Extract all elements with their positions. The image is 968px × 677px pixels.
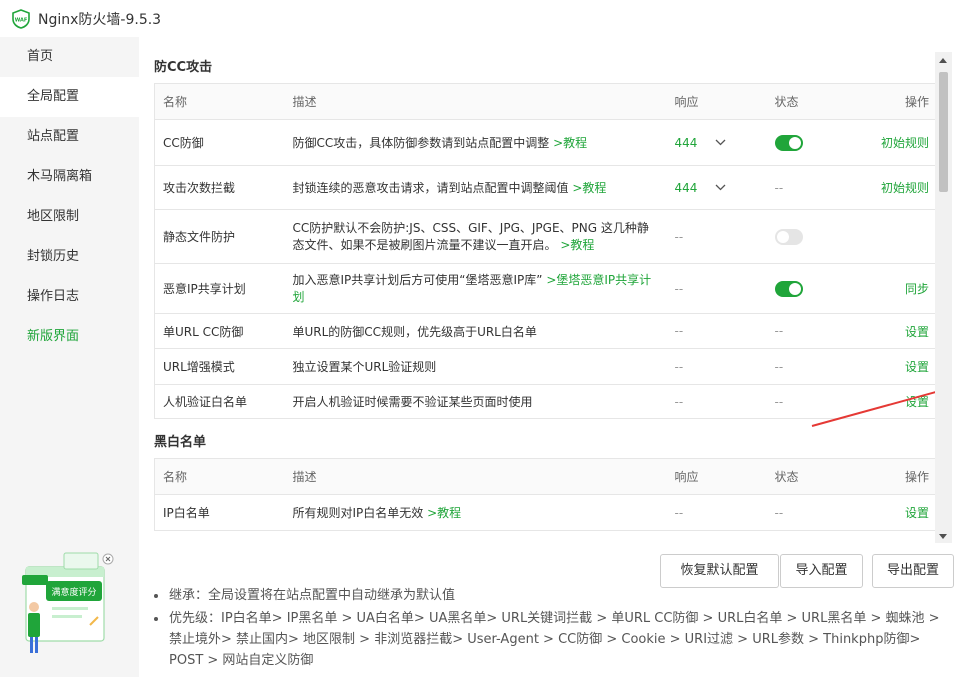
note-priority: 优先级：IP白名单> IP黑名单 > UA白名单> UA黑名单> URL关键词拦… <box>152 608 952 671</box>
import-config-button[interactable]: 导入配置 <box>780 554 863 588</box>
export-config-button[interactable]: 导出配置 <box>872 554 954 588</box>
state-cell: -- <box>766 313 867 349</box>
response-cell: -- <box>666 494 767 531</box>
col-state: 状态 <box>766 83 867 120</box>
table-row: 恶意IP共享计划 加入恶意IP共享计划后方可使用“堡塔恶意IP库” >堡塔恶意I… <box>154 263 938 314</box>
table-row: 人机验证白名单 开启人机验证时候需要不验证某些页面时使用 -- -- 设置 <box>154 384 938 419</box>
state-cell <box>766 119 867 166</box>
restore-default-config-button[interactable]: 恢复默认配置 <box>660 554 779 588</box>
sidebar-item-region-limit[interactable]: 地区限制 <box>0 197 139 237</box>
sidebar-item-operation-log[interactable]: 操作日志 <box>0 277 139 317</box>
col-name: 名称 <box>154 83 285 120</box>
title-bar: WAF Nginx防火墙-9.5.3 <box>0 0 968 37</box>
row-name: 恶意IP共享计划 <box>154 263 285 314</box>
row-name: IP白名单 <box>154 494 285 531</box>
response-cell: -- <box>666 263 767 314</box>
row-name: 静态文件防护 <box>154 209 285 264</box>
table-row: 单URL CC防御 单URL的防御CC规则，优先级高于URL白名单 -- -- … <box>154 313 938 349</box>
static-file-toggle[interactable] <box>774 228 803 245</box>
response-cell: -- <box>666 348 767 385</box>
col-desc: 描述 <box>284 458 667 495</box>
sidebar-item-trojan-quarantine[interactable]: 木马隔离箱 <box>0 157 139 197</box>
cc-section-title: 防CC攻击 <box>154 60 213 75</box>
state-cell: -- <box>766 348 867 385</box>
config-scroll-area[interactable]: 防CC攻击 名称 描述 响应 状态 操作 CC防御 防御CC攻击，具体防御参数请… <box>139 37 939 543</box>
row-desc: 单URL的防御CC规则，优先级高于URL白名单 <box>284 313 667 349</box>
tutorial-link[interactable]: >教程 <box>560 238 594 252</box>
response-cell: -- <box>666 384 767 419</box>
app-title: Nginx防火墙-9.5.3 <box>38 11 162 28</box>
col-response: 响应 <box>666 83 767 120</box>
sidebar-item-global-config[interactable]: 全局配置 <box>0 77 139 117</box>
tutorial-link[interactable]: >教程 <box>427 506 461 520</box>
sidebar-item-block-history[interactable]: 封锁历史 <box>0 237 139 277</box>
table-row: 攻击次数拦截 封锁连续的恶意攻击请求，请到站点配置中调整阈值 >教程 444 -… <box>154 165 938 210</box>
col-op: 操作 <box>866 458 938 495</box>
response-select[interactable]: 444 <box>666 119 767 166</box>
row-desc: 开启人机验证时候需要不验证某些页面时使用 <box>284 384 667 419</box>
col-op: 操作 <box>866 83 938 120</box>
chevron-down-icon <box>715 184 726 191</box>
tutorial-link[interactable]: >教程 <box>572 181 606 195</box>
bw-table: 名称 描述 响应 状态 操作 IP白名单 所有规则对IP白名单无效 >教程 --… <box>154 458 938 531</box>
row-name: CC防御 <box>154 119 285 166</box>
sidebar-item-site-config[interactable]: 站点配置 <box>0 117 139 157</box>
notes-list: 继承：全局设置将在站点配置中自动继承为默认值 优先级：IP白名单> IP黑名单 … <box>152 585 952 673</box>
vertical-scrollbar[interactable] <box>935 52 952 543</box>
response-cell: -- <box>666 313 767 349</box>
row-name: 人机验证白名单 <box>154 384 285 419</box>
settings-link[interactable]: 设置 <box>905 395 929 409</box>
main-content: 防CC攻击 名称 描述 响应 状态 操作 CC防御 防御CC攻击，具体防御参数请… <box>139 37 968 677</box>
row-desc: 封锁连续的恶意攻击请求，请到站点配置中调整阈值 >教程 <box>284 165 667 210</box>
badge-label: 满意度评分 <box>51 586 96 598</box>
row-desc: 所有规则对IP白名单无效 >教程 <box>284 494 667 531</box>
state-cell <box>766 209 867 264</box>
satisfaction-rating-badge[interactable]: 满意度评分 <box>12 549 114 659</box>
table-row: 静态文件防护 CC防护默认不会防护:JS、CSS、GIF、JPG、JPGE、PN… <box>154 209 938 264</box>
cc-table: 名称 描述 响应 状态 操作 CC防御 防御CC攻击，具体防御参数请到站点配置中… <box>154 83 938 419</box>
row-desc: 独立设置某个URL验证规则 <box>284 348 667 385</box>
response-select[interactable]: 444 <box>666 165 767 210</box>
init-rules-link[interactable]: 初始规则 <box>881 181 929 195</box>
cc-defense-toggle[interactable] <box>774 134 803 151</box>
row-desc: CC防护默认不会防护:JS、CSS、GIF、JPG、JPGE、PNG 这几种静态… <box>284 209 667 264</box>
row-desc: 防御CC攻击，具体防御参数请到站点配置中调整 >教程 <box>284 119 667 166</box>
svg-text:WAF: WAF <box>15 17 28 23</box>
row-name: 单URL CC防御 <box>154 313 285 349</box>
ip-share-toggle[interactable] <box>774 280 803 297</box>
row-name: 攻击次数拦截 <box>154 165 285 210</box>
state-cell <box>766 263 867 314</box>
scroll-up-icon[interactable] <box>939 58 947 63</box>
waf-shield-icon: WAF <box>12 8 30 29</box>
table-row: IP白名单 所有规则对IP白名单无效 >教程 -- -- 设置 <box>154 494 938 531</box>
table-row: CC防御 防御CC攻击，具体防御参数请到站点配置中调整 >教程 444 初始规则 <box>154 119 938 166</box>
settings-link[interactable]: 设置 <box>905 325 929 339</box>
note-inherit: 继承：全局设置将在站点配置中自动继承为默认值 <box>152 585 952 606</box>
col-state: 状态 <box>766 458 867 495</box>
scroll-down-icon[interactable] <box>939 534 947 539</box>
settings-link[interactable]: 设置 <box>905 506 929 520</box>
state-cell: -- <box>766 494 867 531</box>
init-rules-link[interactable]: 初始规则 <box>881 136 929 150</box>
sync-link[interactable]: 同步 <box>905 282 929 296</box>
chevron-down-icon <box>715 139 726 146</box>
sidebar-item-home[interactable]: 首页 <box>0 37 139 77</box>
tutorial-link[interactable]: >教程 <box>553 136 587 150</box>
settings-link[interactable]: 设置 <box>905 360 929 374</box>
state-cell: -- <box>766 165 867 210</box>
scroll-thumb[interactable] <box>939 72 948 192</box>
row-desc: 加入恶意IP共享计划后方可使用“堡塔恶意IP库” >堡塔恶意IP共享计划 <box>284 263 667 314</box>
row-name: URL增强模式 <box>154 348 285 385</box>
bw-section-title: 黑白名单 <box>154 435 207 450</box>
sidebar-item-new-ui[interactable]: 新版界面 <box>0 317 139 357</box>
table-row: URL增强模式 独立设置某个URL验证规则 -- -- 设置 <box>154 348 938 385</box>
response-cell: -- <box>666 209 767 264</box>
col-response: 响应 <box>666 458 767 495</box>
col-name: 名称 <box>154 458 285 495</box>
state-cell: -- <box>766 384 867 419</box>
col-desc: 描述 <box>284 83 667 120</box>
